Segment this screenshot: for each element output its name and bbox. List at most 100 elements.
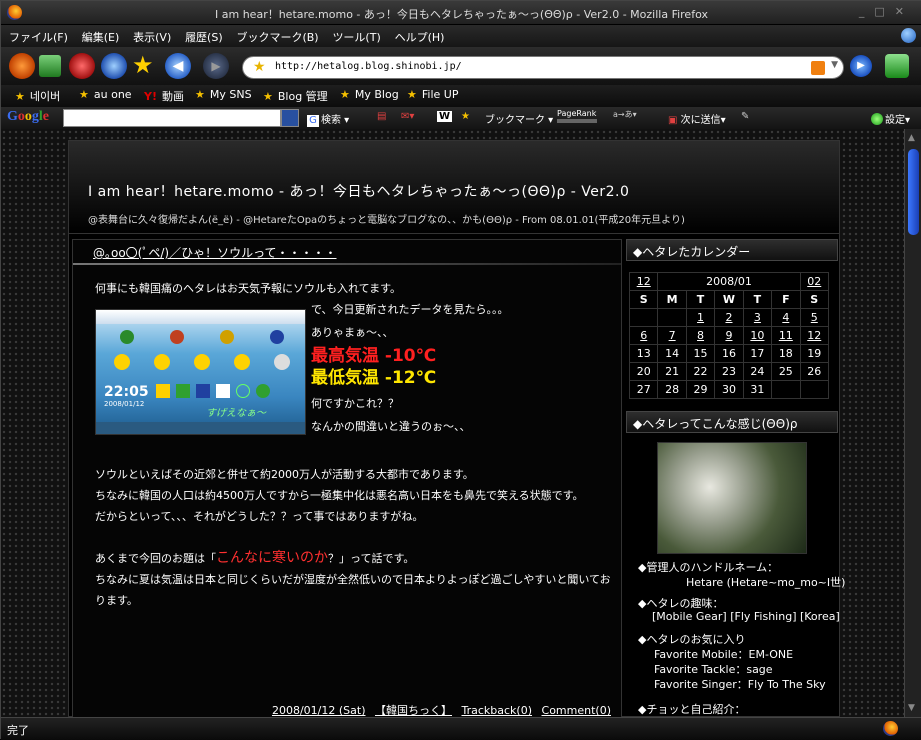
menu-tools[interactable]: ツール(T) (332, 29, 380, 45)
bookmark-fileup[interactable]: ★ File UP (407, 88, 458, 101)
menu-file[interactable]: ファイル(F) (9, 29, 68, 45)
bookmark-mysns[interactable]: ★ My SNS (195, 88, 252, 101)
calendar-day-link[interactable]: 10 (742, 326, 773, 345)
weekday: S (799, 290, 830, 309)
go-button[interactable]: ▶ (850, 55, 872, 77)
sun-icon (154, 354, 170, 370)
calendar-day: 27 (628, 380, 659, 399)
pencil-icon[interactable]: ✎ (741, 111, 749, 122)
trackback-link[interactable]: Trackback(0) (462, 704, 533, 717)
comment-link[interactable]: Comment(0) (542, 704, 611, 717)
url-bar[interactable]: ★ http://hetalog.blog.shinobi.jp/ ▼ (242, 56, 844, 79)
chevron-down-icon[interactable]: ▼ (831, 60, 838, 70)
url-text[interactable]: http://hetalog.blog.shinobi.jp/ (275, 61, 462, 72)
menu-help[interactable]: ヘルプ(H) (395, 29, 445, 45)
calendar-prev-link[interactable]: 12 (628, 272, 659, 291)
google-logo: Google (7, 109, 49, 124)
weekday: S (628, 290, 659, 309)
weather-screenshot-image[interactable]: 22:05 2008/01/12 すげえなぁ～ (95, 309, 306, 435)
home-icon[interactable] (9, 53, 35, 79)
blog-page: I am hear！hetare.momo - あっ！今日もヘタレちゃったぁ～っ… (68, 140, 845, 717)
rss-icon[interactable] (811, 61, 825, 75)
calendar-day-link[interactable]: 11 (771, 326, 801, 345)
blog-header: I am hear！hetare.momo - あっ！今日もヘタレちゃったぁ～っ… (69, 141, 839, 234)
image-caption: すげえなぁ～ (206, 408, 266, 419)
image-header (96, 310, 305, 324)
entry-category-link[interactable]: 【韓国ちっく】 (375, 704, 452, 717)
calendar-day-link[interactable]: 9 (714, 326, 744, 345)
app-icon (256, 384, 270, 398)
star-icon[interactable]: ★ (132, 53, 158, 79)
entry-date-link[interactable]: 2008/01/12 (Sat) (272, 704, 366, 717)
about-heading: ◆ヘタレってこんな感じ(ΘΘ)ρ (626, 411, 838, 433)
settings-button[interactable]: 設定▾ (871, 111, 910, 126)
calendar-day-link[interactable]: 4 (771, 308, 801, 327)
pagerank-bar (557, 119, 597, 123)
star-icon: ★ (340, 88, 350, 101)
mail-icon[interactable]: ✉▾ (401, 111, 414, 122)
intro-label: ◆チョッと自己紹介： (638, 703, 746, 716)
calendar-day: 23 (714, 362, 744, 381)
bookmark-menu[interactable]: ブックマーク ▾ (485, 111, 553, 126)
calendar-week: 13 14 15 16 17 18 19 (628, 344, 830, 363)
favorite-singer: Favorite Singer：Fly To The Sky (654, 678, 826, 691)
forward-button[interactable]: ▶ (203, 53, 229, 79)
calendar-day-link[interactable]: 3 (742, 308, 773, 327)
bookmark-douga[interactable]: Y! 動画 (144, 88, 184, 104)
menu-view[interactable]: 表示(V) (133, 29, 171, 45)
sync-icon[interactable] (101, 53, 127, 79)
calendar-nav-row: 12 2008/01 02 (628, 272, 830, 291)
menu-bar: ファイル(F) 編集(E) 表示(V) 履歴(S) ブックマーク(B) ツール(… (1, 25, 921, 47)
calendar-day: 26 (799, 362, 830, 381)
entry-side-text: で、今日更新されたデータを見たら。。。 (311, 303, 509, 316)
profile-photo (657, 442, 807, 554)
vertical-scrollbar[interactable]: ▲ ▼ (904, 129, 921, 717)
calendar-day-link[interactable]: 1 (685, 308, 716, 327)
google-g-icon: G (307, 115, 319, 127)
scroll-up-icon[interactable]: ▲ (908, 133, 915, 143)
calendar-day-link[interactable]: 12 (799, 326, 830, 345)
bookmark-auone[interactable]: ★ au one (79, 88, 132, 101)
calendar-day: 21 (657, 362, 687, 381)
calendar-day: 30 (714, 380, 744, 399)
app-icon (156, 384, 170, 398)
addon-icon[interactable] (885, 54, 909, 78)
stop-icon[interactable] (69, 53, 95, 79)
app-icon (236, 384, 250, 398)
entry-paragraph: あくまで今回のお題は「こんなに寒いのか？」って話です。 (95, 548, 615, 569)
bookmark-blog-admin[interactable]: ★ Blog 管理 (263, 88, 328, 104)
calendar-day-link[interactable]: 5 (799, 308, 830, 327)
news-icon[interactable]: ▤ (377, 111, 386, 122)
scrollbar-thumb[interactable] (908, 149, 919, 235)
star-icon[interactable]: ★ (461, 111, 470, 122)
google-search-dropdown[interactable] (281, 109, 299, 127)
calendar-week: 6 7 8 9 10 11 12 (628, 326, 830, 345)
blog-title[interactable]: I am hear！hetare.momo - あっ！今日もヘタレちゃったぁ～っ… (88, 181, 629, 201)
calendar-day (771, 380, 801, 399)
menu-bookmarks[interactable]: ブックマーク(B) (236, 29, 318, 45)
reload-icon[interactable] (39, 55, 61, 77)
translate-icon[interactable]: a→あ▾ (613, 109, 637, 120)
entry-title[interactable]: @｡oo〇(ﾟペ/)／ひゃ！ソウルって・・・・・ (93, 244, 337, 261)
menu-edit[interactable]: 編集(E) (82, 29, 120, 45)
calendar-day-link[interactable]: 8 (685, 326, 716, 345)
calendar-day-link[interactable]: 6 (628, 326, 659, 345)
window-controls[interactable]: _□✕ (859, 5, 914, 18)
bookmark-star-icon[interactable]: ★ (253, 59, 266, 75)
bookmark-myblog[interactable]: ★ My Blog (340, 88, 399, 101)
google-search-button[interactable]: G 検索 ▾ (307, 111, 349, 127)
menu-history[interactable]: 履歴(S) (185, 29, 223, 45)
sidebar: ◆ヘタレたカレンダー 12 2008/01 02 S M T W T F S 1… (626, 239, 845, 717)
calendar-next-link[interactable]: 02 (799, 272, 830, 291)
calendar-day-link[interactable]: 7 (657, 326, 687, 345)
calendar-day-link[interactable]: 2 (714, 308, 744, 327)
back-button[interactable]: ◀ (165, 53, 191, 79)
scroll-down-icon[interactable]: ▼ (908, 703, 915, 713)
send-to-button[interactable]: ▣ 次に送信▾ (668, 111, 726, 126)
google-search-input[interactable] (63, 109, 281, 127)
bookmark-naver[interactable]: ★ 네이버 (15, 88, 60, 104)
page-viewport: I am hear！hetare.momo - あっ！今日もヘタレちゃったぁ～っ… (1, 129, 904, 717)
wikipedia-icon[interactable]: W (437, 111, 453, 122)
weekday: M (657, 290, 687, 309)
